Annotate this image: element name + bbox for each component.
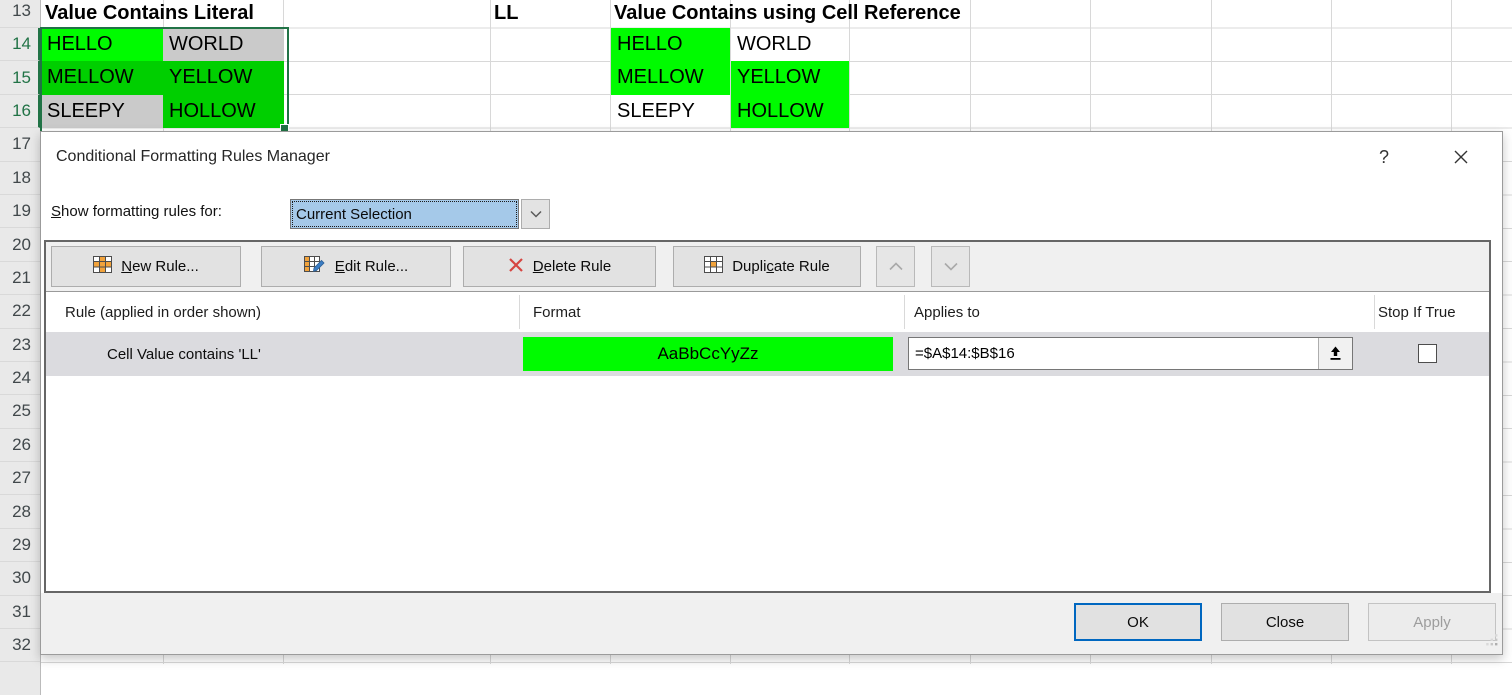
row-number-17[interactable]: 17 bbox=[0, 128, 40, 161]
cell-e14[interactable]: HELLO bbox=[611, 28, 730, 61]
cf-rules-manager-dialog: Conditional Formatting Rules Manager ? S… bbox=[40, 131, 1503, 655]
row-number-25[interactable]: 25 bbox=[0, 395, 40, 428]
apply-button[interactable]: Apply bbox=[1368, 603, 1496, 641]
cell-a15[interactable]: MELLOW bbox=[41, 61, 163, 94]
header-value-contains-literal: Value Contains Literal bbox=[45, 0, 254, 28]
scope-dropdown[interactable]: Current Selection bbox=[290, 199, 550, 229]
stop-if-true-checkbox[interactable] bbox=[1418, 344, 1437, 363]
row-number-29[interactable]: 29 bbox=[0, 529, 40, 562]
duplicate-rule-button[interactable]: Duplicate Rule bbox=[673, 246, 861, 287]
column-divider bbox=[904, 295, 905, 329]
ok-button[interactable]: OK bbox=[1074, 603, 1202, 641]
cell-a14[interactable]: HELLO bbox=[41, 28, 163, 61]
dialog-title: Conditional Formatting Rules Manager bbox=[56, 148, 330, 166]
cell-f15[interactable]: YELLOW bbox=[731, 61, 849, 94]
red-x-icon bbox=[508, 257, 524, 277]
collapse-dialog-button[interactable] bbox=[1318, 338, 1352, 369]
chevron-up-icon bbox=[889, 262, 903, 271]
show-rules-label: Show formatting rules for: bbox=[51, 203, 222, 220]
cell-b14[interactable]: WORLD bbox=[163, 28, 284, 61]
resize-grip-icon[interactable] bbox=[1486, 634, 1499, 651]
column-header-applies-to: Applies to bbox=[914, 292, 980, 332]
close-button[interactable]: Close bbox=[1221, 603, 1349, 641]
cell-b15[interactable]: YELLOW bbox=[163, 61, 284, 94]
applies-to-input[interactable] bbox=[909, 338, 1318, 369]
cell-f14[interactable]: WORLD bbox=[731, 28, 849, 61]
column-header-rule: Rule (applied in order shown) bbox=[65, 292, 261, 332]
row-number-15[interactable]: 15 bbox=[0, 61, 40, 94]
row-header-column: 13 14 15 16 17 18 19 20 21 22 23 24 25 2… bbox=[0, 0, 41, 695]
cell-e15[interactable]: MELLOW bbox=[611, 61, 730, 94]
column-header-stop-if-true: Stop If True bbox=[1378, 292, 1456, 332]
delete-rule-button[interactable]: Delete Rule bbox=[463, 246, 656, 287]
chevron-down-icon[interactable] bbox=[521, 199, 550, 229]
row-number-22[interactable]: 22 bbox=[0, 295, 40, 328]
table-grid-icon bbox=[704, 256, 723, 277]
rules-list-header: Rule (applied in order shown) Format App… bbox=[46, 292, 1489, 332]
row-number-32[interactable]: 32 bbox=[0, 629, 40, 662]
close-icon[interactable] bbox=[1446, 144, 1476, 170]
scope-dropdown-value[interactable]: Current Selection bbox=[290, 199, 519, 229]
row-number-31[interactable]: 31 bbox=[0, 596, 40, 629]
row-number-19[interactable]: 19 bbox=[0, 195, 40, 228]
collapse-range-icon bbox=[1329, 346, 1342, 361]
move-rule-up-button[interactable] bbox=[876, 246, 915, 287]
table-grid-icon bbox=[93, 256, 112, 277]
dialog-footer: OK Close Apply bbox=[41, 593, 1502, 654]
rules-toolbar: New Rule... Edit Rule... Delete Rul bbox=[46, 242, 1489, 292]
row-number-18[interactable]: 18 bbox=[0, 162, 40, 195]
cell-a16[interactable]: SLEEPY bbox=[41, 95, 163, 128]
help-icon[interactable]: ? bbox=[1371, 144, 1397, 170]
row-number-21[interactable]: 21 bbox=[0, 262, 40, 295]
header-ll: LL bbox=[494, 0, 518, 28]
applies-to-field bbox=[908, 337, 1353, 370]
row-number-30[interactable]: 30 bbox=[0, 562, 40, 595]
row-number-16[interactable]: 16 bbox=[0, 95, 40, 128]
move-rule-down-button[interactable] bbox=[931, 246, 970, 287]
format-preview: AaBbCcYyZz bbox=[523, 337, 893, 371]
row-number-23[interactable]: 23 bbox=[0, 329, 40, 362]
cell-b16[interactable]: HOLLOW bbox=[163, 95, 284, 128]
rule-row-selected[interactable]: Cell Value contains 'LL' AaBbCcYyZz bbox=[46, 332, 1489, 376]
column-header-format: Format bbox=[533, 292, 581, 332]
row-number-13[interactable]: 13 bbox=[0, 0, 40, 28]
row-number-26[interactable]: 26 bbox=[0, 429, 40, 462]
row-number-28[interactable]: 28 bbox=[0, 495, 40, 528]
table-pencil-icon bbox=[304, 256, 326, 278]
row-number-14[interactable]: 14 bbox=[0, 28, 40, 61]
cell-f16[interactable]: HOLLOW bbox=[731, 95, 849, 128]
header-value-contains-cell-reference: Value Contains using Cell Reference bbox=[614, 0, 961, 28]
rules-frame: New Rule... Edit Rule... Delete Rul bbox=[44, 240, 1491, 593]
row-number-20[interactable]: 20 bbox=[0, 228, 40, 261]
row-number-27[interactable]: 27 bbox=[0, 462, 40, 495]
new-rule-button[interactable]: New Rule... bbox=[51, 246, 241, 287]
row-number-24[interactable]: 24 bbox=[0, 362, 40, 395]
chevron-down-icon bbox=[944, 262, 958, 271]
rule-description: Cell Value contains 'LL' bbox=[107, 332, 261, 376]
column-divider bbox=[1374, 295, 1375, 329]
column-divider bbox=[519, 295, 520, 329]
cell-e16[interactable]: SLEEPY bbox=[611, 95, 730, 128]
edit-rule-button[interactable]: Edit Rule... bbox=[261, 246, 451, 287]
